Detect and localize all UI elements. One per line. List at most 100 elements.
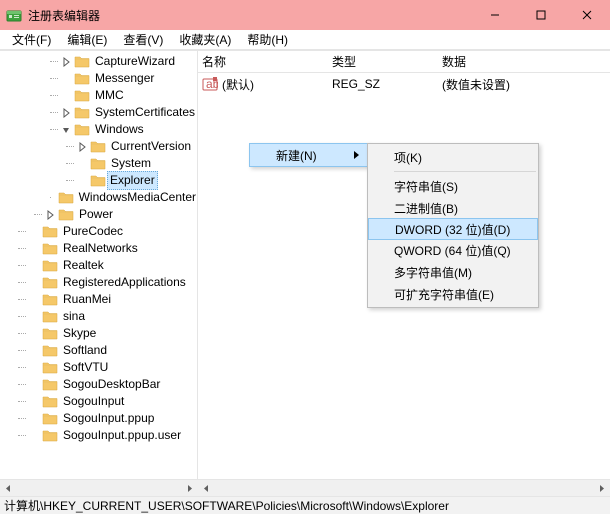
tree-item[interactable]: System: [0, 155, 197, 172]
collapse-icon[interactable]: [60, 124, 72, 136]
scroll-left-icon[interactable]: [0, 480, 17, 497]
tree-item[interactable]: SogouInput.ppup: [0, 410, 197, 427]
expand-icon[interactable]: [76, 141, 88, 153]
menu-file[interactable]: 文件(F): [4, 29, 59, 50]
tree-item[interactable]: SystemCertificates: [0, 104, 197, 121]
tree-item-label: SystemCertificates: [94, 104, 196, 121]
folder-icon: [42, 276, 58, 289]
menu-item-label: DWORD (32 位)值(D): [395, 221, 510, 238]
folder-icon: [42, 344, 58, 357]
list-hscroll[interactable]: [198, 479, 610, 496]
tree-item[interactable]: Explorer: [0, 172, 197, 189]
tree-item[interactable]: SogouInput: [0, 393, 197, 410]
menu-item-key[interactable]: 项(K): [368, 146, 538, 168]
folder-icon: [90, 174, 106, 187]
tree-item-label: Realtek: [62, 257, 105, 274]
menu-item-label: 可扩充字符串值(E): [394, 286, 494, 303]
tree-item[interactable]: Softland: [0, 342, 197, 359]
maximize-button[interactable]: [518, 0, 564, 30]
col-name[interactable]: 名称: [202, 53, 332, 70]
tree-connector-icon: [50, 112, 58, 113]
menu-view[interactable]: 查看(V): [115, 29, 171, 50]
tree-item-label: CaptureWizard: [94, 53, 176, 70]
expand-icon[interactable]: [60, 107, 72, 119]
menu-item-binary[interactable]: 二进制值(B): [368, 197, 538, 219]
tree-item[interactable]: Skype: [0, 325, 197, 342]
tree-item-label: RuanMei: [62, 291, 112, 308]
menu-help[interactable]: 帮助(H): [239, 29, 296, 50]
folder-icon: [42, 242, 58, 255]
col-type[interactable]: 类型: [332, 53, 442, 70]
tree-connector-icon: [66, 146, 74, 147]
tree-connector-icon: [18, 401, 26, 402]
folder-icon: [42, 395, 58, 408]
col-data[interactable]: 数据: [442, 53, 582, 70]
tree-item[interactable]: Windows: [0, 121, 197, 138]
context-menu-new: 项(K) 字符串值(S) 二进制值(B) DWORD (32 位)值(D) QW…: [367, 143, 539, 308]
string-value-icon: ab: [202, 76, 218, 92]
no-toggle: [28, 328, 40, 340]
scroll-right-icon[interactable]: [593, 480, 610, 497]
tree-connector-icon: [18, 248, 26, 249]
no-toggle: [28, 396, 40, 408]
tree-item[interactable]: SogouDesktopBar: [0, 376, 197, 393]
close-button[interactable]: [564, 0, 610, 30]
tree-item[interactable]: PureCodec: [0, 223, 197, 240]
menu-favorites[interactable]: 收藏夹(A): [171, 29, 239, 50]
menu-item-multistring[interactable]: 多字符串值(M): [368, 261, 538, 283]
folder-icon: [42, 293, 58, 306]
tree-item-label: Windows: [94, 121, 145, 138]
scrollbar-area: [0, 479, 610, 496]
no-toggle: [28, 413, 40, 425]
tree-hscroll[interactable]: [0, 479, 198, 496]
tree-item-label: RegisteredApplications: [62, 274, 187, 291]
tree-item[interactable]: SogouInput.ppup.user: [0, 427, 197, 444]
tree-item-label: SogouDesktopBar: [62, 376, 161, 393]
tree-item-label: System: [110, 155, 152, 172]
minimize-button[interactable]: [472, 0, 518, 30]
tree-connector-icon: [18, 384, 26, 385]
tree-pane[interactable]: CaptureWizardMessengerMMCSystemCertifica…: [0, 51, 198, 496]
tree-item-label: Softland: [62, 342, 108, 359]
expand-icon[interactable]: [44, 209, 56, 221]
menu-item-string[interactable]: 字符串值(S): [368, 175, 538, 197]
menu-edit[interactable]: 编辑(E): [59, 29, 115, 50]
folder-icon: [42, 378, 58, 391]
tree-item[interactable]: RuanMei: [0, 291, 197, 308]
menu-item-expandstring[interactable]: 可扩充字符串值(E): [368, 283, 538, 305]
window-title: 注册表编辑器: [28, 7, 472, 24]
tree-item[interactable]: Power: [0, 206, 197, 223]
list-row[interactable]: ab(默认)REG_SZ(数值未设置): [202, 75, 606, 93]
tree-item[interactable]: RegisteredApplications: [0, 274, 197, 291]
menu-item-label: 二进制值(B): [394, 200, 458, 217]
no-toggle: [28, 294, 40, 306]
scroll-right-icon[interactable]: [181, 480, 198, 497]
tree-connector-icon: [66, 163, 74, 164]
folder-icon: [42, 310, 58, 323]
tree-item[interactable]: RealNetworks: [0, 240, 197, 257]
tree-item[interactable]: CaptureWizard: [0, 53, 197, 70]
menu-item-qword[interactable]: QWORD (64 位)值(Q): [368, 239, 538, 261]
no-toggle: [60, 73, 72, 85]
expand-icon[interactable]: [60, 56, 72, 68]
tree-item[interactable]: SoftVTU: [0, 359, 197, 376]
tree-item[interactable]: WindowsMediaCenter: [0, 189, 197, 206]
tree-connector-icon: [50, 197, 51, 198]
tree-connector-icon: [18, 316, 26, 317]
scroll-left-icon[interactable]: [198, 480, 215, 497]
no-toggle: [28, 430, 40, 442]
tree-item[interactable]: Realtek: [0, 257, 197, 274]
status-path: 计算机\HKEY_CURRENT_USER\SOFTWARE\Policies\…: [4, 497, 449, 514]
tree-item[interactable]: Messenger: [0, 70, 197, 87]
tree-item[interactable]: MMC: [0, 87, 197, 104]
tree-item-label: WindowsMediaCenter: [78, 189, 197, 206]
tree-item[interactable]: sina: [0, 308, 197, 325]
tree-item[interactable]: CurrentVersion: [0, 138, 197, 155]
no-toggle: [28, 311, 40, 323]
menu-item-dword[interactable]: DWORD (32 位)值(D): [368, 218, 538, 240]
folder-icon: [42, 259, 58, 272]
cell-type: REG_SZ: [332, 77, 442, 91]
folder-icon: [74, 72, 90, 85]
folder-icon: [74, 89, 90, 102]
menu-item-new[interactable]: 新建(N): [249, 143, 369, 167]
